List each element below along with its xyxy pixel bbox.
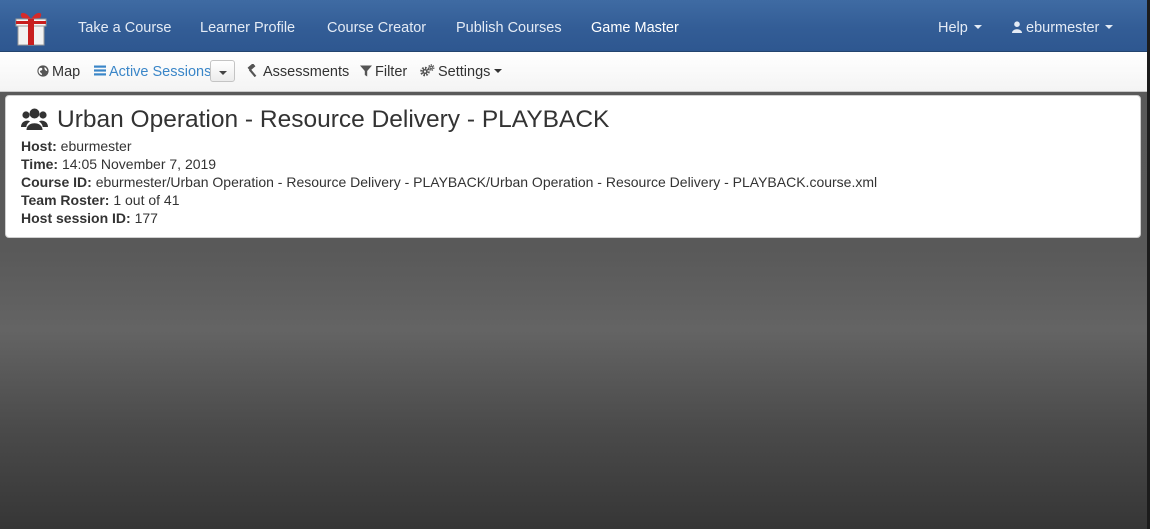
session-title: Urban Operation - Resource Delivery - PL… <box>21 104 609 136</box>
settings-label: Settings <box>438 64 491 80</box>
users-icon <box>21 108 48 130</box>
course-id-row: Course ID: eburmester/Urban Operation - … <box>21 173 877 191</box>
nav-publish-courses[interactable]: Publish Courses <box>456 0 562 52</box>
settings-menu[interactable]: Settings <box>420 52 503 92</box>
gift-box-icon[interactable] <box>12 8 50 46</box>
team-roster-label: Team Roster: <box>21 192 110 208</box>
gavel-icon <box>247 64 257 78</box>
nav-take-a-course[interactable]: Take a Course <box>78 0 172 52</box>
active-sessions-dropdown-toggle[interactable] <box>210 60 235 82</box>
map-button[interactable]: Map <box>37 52 80 92</box>
host-session-id-value: 177 <box>134 210 158 226</box>
assessments-button[interactable]: Assessments <box>246 52 349 92</box>
help-menu[interactable]: Help <box>938 0 982 52</box>
help-label: Help <box>938 20 968 36</box>
chevron-down-icon <box>494 69 503 74</box>
filter-button[interactable]: Filter <box>360 52 407 92</box>
user-menu[interactable]: eburmester <box>1012 0 1114 52</box>
top-navbar: Take a Course Learner Profile Course Cre… <box>0 0 1147 52</box>
gears-icon <box>420 64 435 77</box>
time-row: Time: 14:05 November 7, 2019 <box>21 155 877 173</box>
chevron-down-icon <box>973 25 982 30</box>
globe-icon <box>37 65 49 77</box>
host-value: eburmester <box>60 138 132 154</box>
session-title-text: Urban Operation - Resource Delivery - PL… <box>57 106 610 133</box>
time-value: 14:05 November 7, 2019 <box>61 156 217 172</box>
active-sessions-button[interactable]: Active Sessions <box>94 52 211 92</box>
map-label: Map <box>52 64 81 80</box>
session-details: Host: eburmester Time: 14:05 November 7,… <box>21 137 877 227</box>
time-label: Time: <box>21 156 59 172</box>
filter-label: Filter <box>375 64 408 80</box>
active-sessions-label: Active Sessions <box>109 64 212 80</box>
host-session-id-label: Host session ID: <box>21 210 131 226</box>
sub-toolbar: Map Active Sessions Assessments Filter S… <box>0 52 1147 92</box>
course-id-label: Course ID: <box>21 174 92 190</box>
nav-course-creator[interactable]: Course Creator <box>327 0 426 52</box>
chevron-down-icon <box>1105 25 1114 30</box>
chevron-down-icon <box>219 71 227 75</box>
user-name: eburmester <box>1026 20 1100 36</box>
nav-game-master[interactable]: Game Master <box>591 0 679 52</box>
user-icon <box>1012 21 1022 33</box>
session-card[interactable]: Urban Operation - Resource Delivery - PL… <box>5 95 1141 238</box>
team-roster-value: 1 out of 41 <box>113 192 180 208</box>
filter-icon <box>360 65 372 77</box>
host-session-id-row: Host session ID: 177 <box>21 209 877 227</box>
host-label: Host: <box>21 138 57 154</box>
nav-learner-profile[interactable]: Learner Profile <box>200 0 295 52</box>
team-roster-row: Team Roster: 1 out of 41 <box>21 191 877 209</box>
list-icon <box>94 65 106 76</box>
course-id-value: eburmester/Urban Operation - Resource De… <box>95 174 878 190</box>
host-row: Host: eburmester <box>21 137 877 155</box>
assessments-label: Assessments <box>263 64 350 80</box>
